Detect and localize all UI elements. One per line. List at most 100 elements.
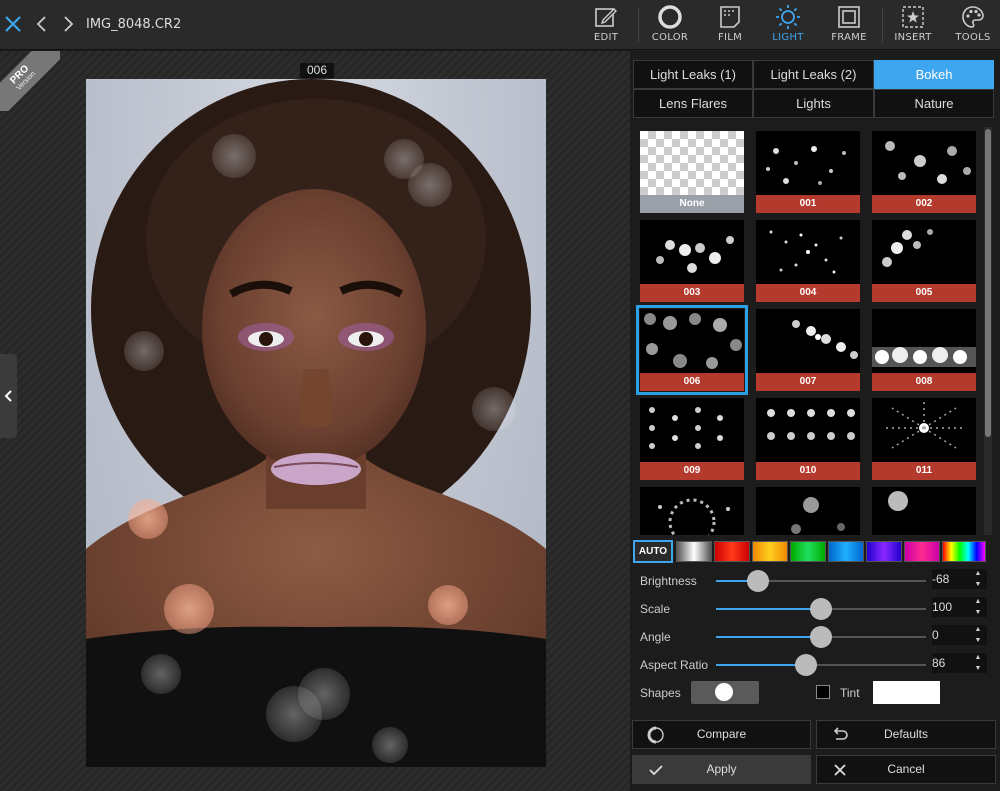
effect-thumbnail[interactable]: 001 — [756, 131, 860, 213]
color-swatch-green[interactable] — [790, 541, 826, 562]
tab-nature[interactable]: Nature — [874, 89, 994, 118]
tool-film[interactable]: FILM — [708, 2, 752, 48]
bokeh-preview — [885, 141, 971, 184]
light-icon — [776, 5, 800, 29]
effect-thumbnail-grid: None 001 002 003 004 005 006 007 008 009… — [630, 127, 982, 535]
compare-label: Compare — [696, 727, 747, 741]
tab-lens-flares[interactable]: Lens Flares — [633, 89, 753, 118]
compare-button[interactable]: Compare — [632, 720, 811, 749]
tab-bokeh[interactable]: Bokeh — [874, 60, 994, 89]
tool-label: FRAME — [831, 32, 867, 43]
cancel-button[interactable]: Cancel — [816, 755, 996, 784]
color-swatch-blue[interactable] — [828, 541, 864, 562]
aspect-ratio-spinner[interactable]: ▲ ▼ — [972, 653, 984, 673]
effects-panel: Light Leaks (1) Light Leaks (2) Bokeh Le… — [630, 51, 1000, 791]
apply-button[interactable]: Apply — [632, 755, 811, 784]
bokeh-preview — [888, 491, 908, 511]
bokeh-preview — [658, 498, 730, 535]
scrollbar-thumb[interactable] — [985, 129, 991, 437]
effect-thumbnail[interactable]: 004 — [756, 220, 860, 302]
apply-label: Apply — [706, 762, 737, 776]
angle-slider[interactable] — [716, 626, 926, 648]
color-swatch-rainbow[interactable] — [942, 541, 986, 562]
slider-knob[interactable] — [747, 570, 769, 592]
tool-light[interactable]: LIGHT — [766, 2, 810, 48]
color-swatch-purple[interactable] — [866, 541, 902, 562]
angle-spinner[interactable]: ▲ ▼ — [972, 625, 984, 645]
photo-preview[interactable] — [86, 79, 546, 767]
tool-color[interactable]: COLOR — [648, 2, 692, 48]
thumbnail-label: 003 — [640, 284, 744, 302]
effect-thumbnail[interactable] — [640, 487, 744, 535]
effect-thumbnail[interactable]: 008 — [872, 309, 976, 391]
tint-checkbox[interactable] — [816, 685, 830, 699]
shapes-selector[interactable] — [691, 681, 759, 704]
effect-thumbnail[interactable]: 005 — [872, 220, 976, 302]
shapes-label: Shapes — [640, 686, 681, 700]
brightness-slider[interactable] — [716, 570, 926, 592]
pro-version-badge[interactable]: PRO Version — [0, 51, 60, 111]
effect-thumbnail[interactable]: 010 — [756, 398, 860, 480]
bokeh-preview — [769, 230, 843, 274]
tool-frame[interactable]: FRAME — [826, 2, 872, 48]
thumbnail-scrollbar[interactable] — [984, 127, 992, 535]
close-button[interactable] — [0, 10, 26, 38]
tab-light-leaks-2[interactable]: Light Leaks (2) — [753, 60, 874, 89]
effect-thumbnail[interactable]: 009 — [640, 398, 744, 480]
bokeh-preview — [792, 320, 858, 359]
tool-label: FILM — [717, 32, 743, 43]
thumbnail-label: 004 — [756, 284, 860, 302]
scale-spinner[interactable]: ▲ ▼ — [972, 597, 984, 617]
thumbnail-label: 010 — [756, 462, 860, 480]
edit-icon — [595, 8, 617, 27]
effect-thumbnail[interactable]: None — [640, 131, 744, 213]
effect-thumbnail[interactable]: 011 — [872, 398, 976, 480]
bokeh-preview — [791, 497, 845, 534]
thumbnail-label: 002 — [872, 195, 976, 213]
effect-thumbnail-selected[interactable]: 006 — [636, 305, 748, 395]
bokeh-preview — [656, 236, 734, 273]
tool-tools[interactable]: TOOLS — [951, 2, 995, 48]
effect-thumbnail[interactable] — [872, 487, 976, 535]
tab-light-leaks-1[interactable]: Light Leaks (1) — [633, 60, 753, 89]
effect-thumbnail[interactable]: 007 — [756, 309, 860, 391]
tint-color-picker[interactable] — [873, 681, 940, 704]
bokeh-preview — [766, 146, 846, 185]
forward-button[interactable] — [56, 10, 80, 38]
slider-fill — [716, 608, 821, 610]
brightness-spinner[interactable]: ▲ ▼ — [972, 569, 984, 589]
tab-lights[interactable]: Lights — [753, 89, 874, 118]
tool-edit[interactable]: EDIT — [586, 2, 626, 48]
auto-color-button[interactable]: AUTO — [633, 540, 673, 563]
scale-label: Scale — [640, 602, 671, 616]
top-toolbar: IMG_8048.CR2 EDIT COLOR FILM LIGHT FRAME… — [0, 0, 1000, 50]
aspect-ratio-label: Aspect Ratio — [640, 658, 709, 672]
effect-thumbnail[interactable]: 002 — [872, 131, 976, 213]
scale-slider[interactable] — [716, 598, 926, 620]
tool-insert[interactable]: INSERT — [891, 2, 935, 48]
color-swatch-pink[interactable] — [904, 541, 940, 562]
color-icon — [658, 5, 682, 29]
collapse-sidebar-button[interactable] — [0, 354, 17, 438]
effect-thumbnail[interactable]: 003 — [640, 220, 744, 302]
color-swatch-red[interactable] — [714, 541, 750, 562]
frame-icon — [838, 6, 860, 28]
chevron-left-icon — [36, 16, 46, 32]
color-swatch-gray[interactable] — [676, 541, 712, 562]
defaults-button[interactable]: Defaults — [816, 720, 996, 749]
angle-label: Angle — [640, 630, 671, 644]
aspect-ratio-slider[interactable] — [716, 654, 926, 676]
tool-label: INSERT — [894, 32, 932, 43]
back-button[interactable] — [30, 10, 54, 38]
slider-knob[interactable] — [810, 626, 832, 648]
thumbnail-label: 011 — [872, 462, 976, 480]
tool-label: TOOLS — [955, 32, 991, 43]
slider-knob[interactable] — [795, 654, 818, 676]
toolbar-divider — [882, 8, 883, 42]
effect-thumbnail[interactable] — [756, 487, 860, 535]
defaults-label: Defaults — [883, 727, 929, 741]
color-swatch-yellow[interactable] — [752, 541, 788, 562]
portrait-image — [86, 79, 546, 767]
slider-knob[interactable] — [810, 598, 832, 620]
bokeh-preview — [882, 229, 933, 267]
